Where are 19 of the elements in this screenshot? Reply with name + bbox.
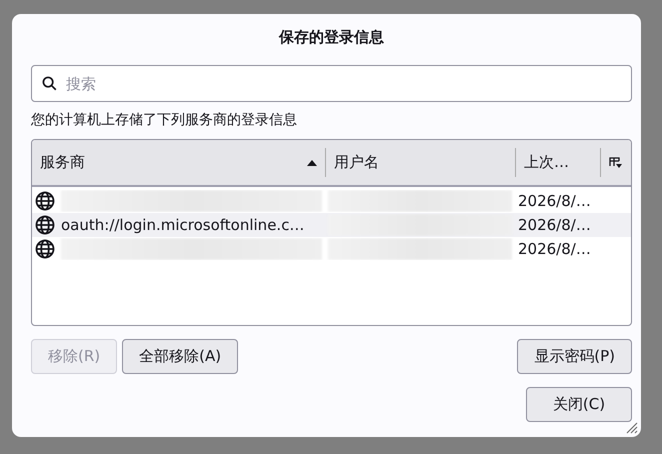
remove-all-button[interactable]: 全部移除(A): [122, 339, 238, 374]
globe-icon: [35, 215, 55, 235]
globe-icon: [35, 191, 55, 211]
provider-text: oauth://login.microsoftonline.c…: [61, 216, 304, 234]
date-text: 2026/8/…: [518, 192, 591, 210]
column-header[interactable]: 用户名: [325, 148, 515, 177]
column-picker-icon: [609, 156, 622, 168]
date-text: 2026/8/…: [518, 240, 591, 258]
show-passwords-button[interactable]: 显示密码(P): [517, 339, 632, 374]
column-header[interactable]: 上次…: [515, 148, 600, 177]
column-header[interactable]: 服务商: [32, 148, 325, 177]
date-text: 2026/8/…: [518, 216, 591, 234]
table-row[interactable]: oauth://login.microsoftonline.c… 2026/8/…: [32, 213, 631, 237]
search-field[interactable]: 搜索: [31, 65, 632, 102]
resize-grip-icon[interactable]: [624, 420, 638, 434]
dialog-title: 保存的登录信息: [278, 28, 385, 47]
description-text: 您的计算机上存储了下列服务商的登录信息: [31, 111, 298, 129]
globe-icon: [35, 239, 55, 259]
close-button[interactable]: 关闭(C): [526, 387, 632, 422]
